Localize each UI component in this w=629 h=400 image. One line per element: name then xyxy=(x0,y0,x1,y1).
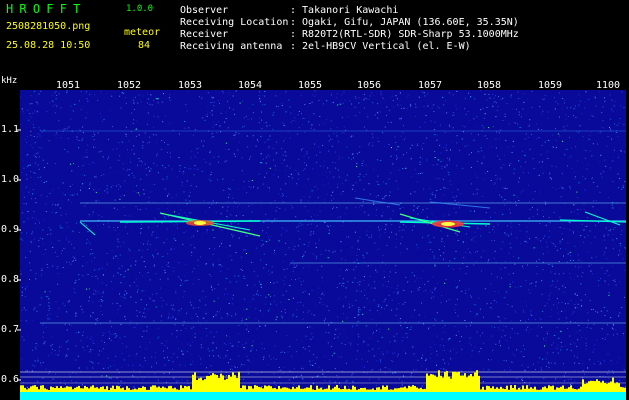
meteor-count: 84 xyxy=(138,40,151,51)
header-panel: HROFFT 1.0.0 2508281050.png meteor 25.08… xyxy=(0,0,629,80)
y-axis-ticks xyxy=(17,129,21,381)
app-logo: HROFFT xyxy=(6,2,87,16)
meteor-label: meteor xyxy=(124,27,161,38)
location-value: : Ogaki, Gifu, JAPAN (136.60E, 35.35N) xyxy=(290,17,519,28)
receiver-value: : R820T2(RTL-SDR) SDR-Sharp 53.1000MHz xyxy=(290,29,519,40)
app-version: 1.0.0 xyxy=(126,4,154,14)
power-base xyxy=(20,392,626,400)
file-name: 2508281050.png xyxy=(6,21,91,32)
antenna-label: Receiving antenna xyxy=(180,41,283,52)
spectrogram-plot xyxy=(20,90,626,400)
location-label: Receiving Location xyxy=(180,17,289,28)
spectrogram-svg xyxy=(20,90,626,400)
observer-value: : Takanori Kawachi xyxy=(290,5,399,16)
spectrogram-background xyxy=(20,90,626,400)
observer-label: Observer xyxy=(180,5,229,16)
date-time: 25.08.28 10:50 xyxy=(6,40,91,51)
antenna-value: : 2el-HB9CV Vertical (el. E-W) xyxy=(290,41,471,52)
y-axis-unit: kHz xyxy=(1,76,18,86)
receiver-label: Receiver xyxy=(180,29,229,40)
